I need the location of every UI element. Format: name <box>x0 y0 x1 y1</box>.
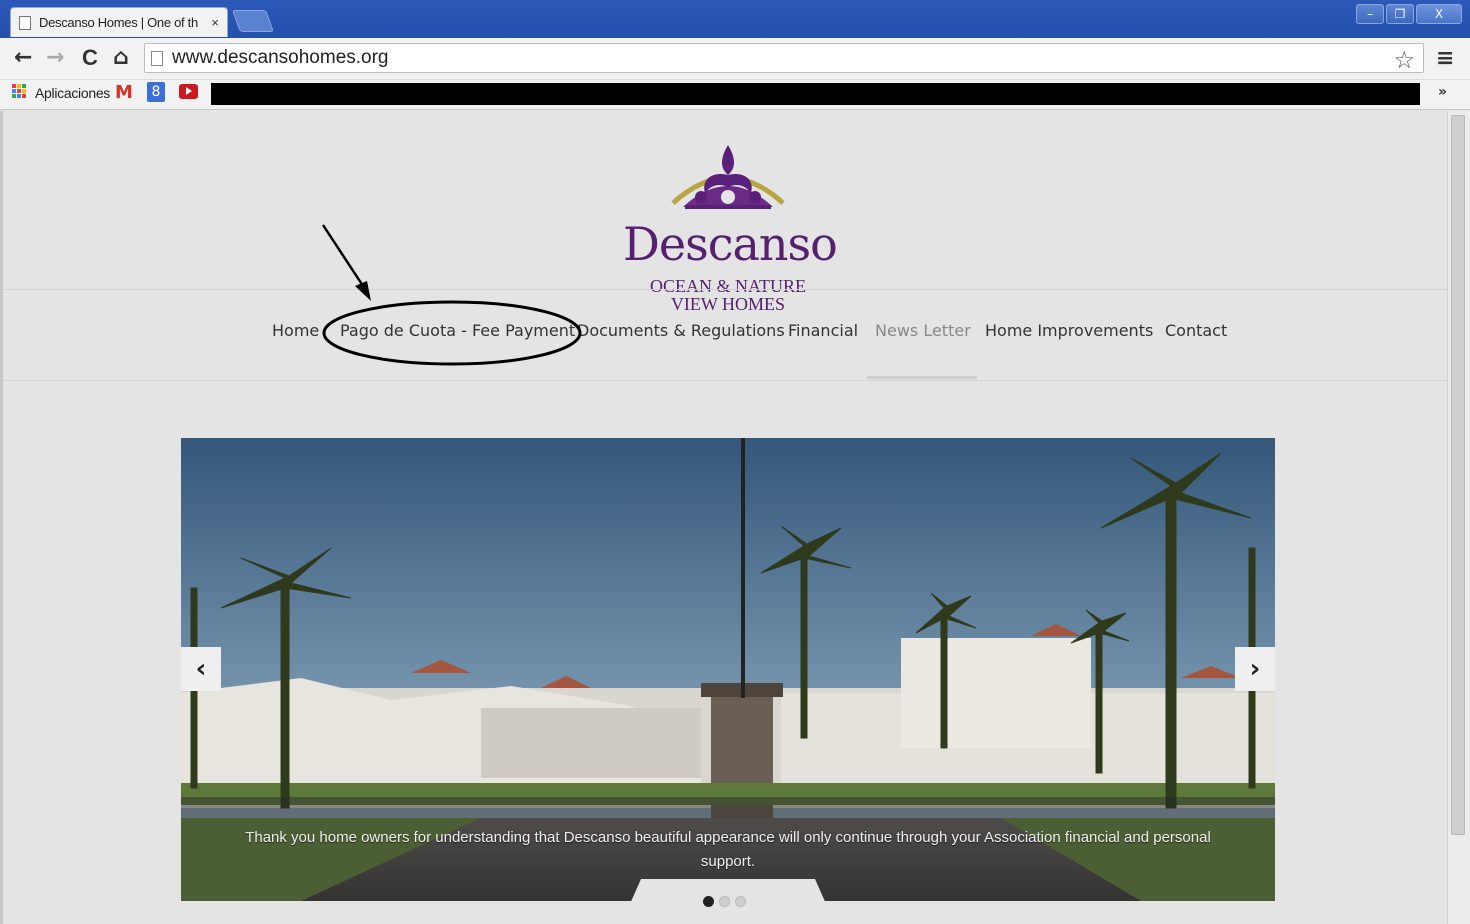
google-plus-icon[interactable]: 8 <box>147 82 165 102</box>
site-logo[interactable]: Descanso OCEAN & NATURE VIEW HOMES <box>623 141 838 314</box>
gmail-icon[interactable]: M <box>115 84 133 102</box>
window-titlebar: Descanso Homes | One of th × – ❐ X <box>0 0 1470 38</box>
apps-grid-icon[interactable] <box>12 84 27 99</box>
redacted-bookmarks <box>211 83 1420 105</box>
slider-dot-3[interactable] <box>735 896 746 907</box>
back-button[interactable]: ← <box>14 46 32 70</box>
new-tab-button[interactable] <box>231 10 275 32</box>
nav-financial[interactable]: Financial <box>788 321 858 340</box>
nav-contact[interactable]: Contact <box>1165 321 1227 340</box>
logo-wordmark: Descanso <box>623 217 838 271</box>
url-text: www.descansohomes.org <box>172 47 389 68</box>
scrollbar-thumb[interactable] <box>1451 115 1465 835</box>
nav-home-improvements[interactable]: Home Improvements <box>985 321 1153 340</box>
slider-dot-2[interactable] <box>719 896 730 907</box>
more-bookmarks-icon[interactable]: » <box>1438 84 1447 100</box>
active-nav-indicator <box>867 376 977 379</box>
main-navigation: Home Pago de Cuota - Fee Payment Documen… <box>3 321 1447 351</box>
page-info-icon[interactable] <box>151 50 163 66</box>
image-slider[interactable]: ‹ › Thank you home owners for understand… <box>181 438 1275 901</box>
forward-button[interactable]: → <box>46 46 64 70</box>
slider-dots <box>703 896 746 907</box>
slider-prev-button[interactable]: ‹ <box>181 647 221 691</box>
restore-button[interactable]: ❐ <box>1386 4 1414 24</box>
page-icon <box>19 15 31 30</box>
window-controls: – ❐ X <box>1354 4 1462 26</box>
youtube-icon[interactable] <box>179 84 198 99</box>
logo-tagline-2: VIEW HOMES <box>670 294 786 314</box>
slider-dot-1[interactable] <box>703 896 714 907</box>
nav-documents[interactable]: Documents & Regulations <box>577 321 785 340</box>
slider-next-button[interactable]: › <box>1235 647 1275 691</box>
bookmark-apps[interactable]: Aplicaciones <box>35 85 110 101</box>
page-scrollbar[interactable] <box>1447 111 1470 924</box>
reload-button[interactable]: C <box>82 46 98 70</box>
nav-fee-payment[interactable]: Pago de Cuota - Fee Payment <box>340 321 575 340</box>
close-window-button[interactable]: X <box>1416 4 1462 24</box>
annotation-arrow-icon <box>355 281 371 301</box>
page-viewport: Descanso OCEAN & NATURE VIEW HOMES Home … <box>0 111 1447 924</box>
browser-toolbar: ← → C ⌂ www.descansohomes.org ☆ ≡ <box>0 38 1470 80</box>
address-bar[interactable]: www.descansohomes.org ☆ <box>144 43 1424 74</box>
nav-home[interactable]: Home <box>272 321 319 340</box>
tab-title: Descanso Homes | One of th <box>39 15 198 30</box>
nav-news-letter[interactable]: News Letter <box>875 321 971 340</box>
minimize-button[interactable]: – <box>1356 4 1384 24</box>
browser-menu-icon[interactable]: ≡ <box>1436 46 1454 71</box>
header-divider <box>3 289 1447 290</box>
tab-close-icon[interactable]: × <box>211 15 219 30</box>
bookmarks-bar: Aplicaciones M 8 » <box>0 80 1470 110</box>
bookmark-star-icon[interactable]: ☆ <box>1393 46 1415 74</box>
browser-tab[interactable]: Descanso Homes | One of th × <box>10 7 228 37</box>
nav-divider <box>3 380 1447 381</box>
slide-caption: Thank you home owners for understanding … <box>245 829 1211 870</box>
home-button[interactable]: ⌂ <box>113 46 129 70</box>
